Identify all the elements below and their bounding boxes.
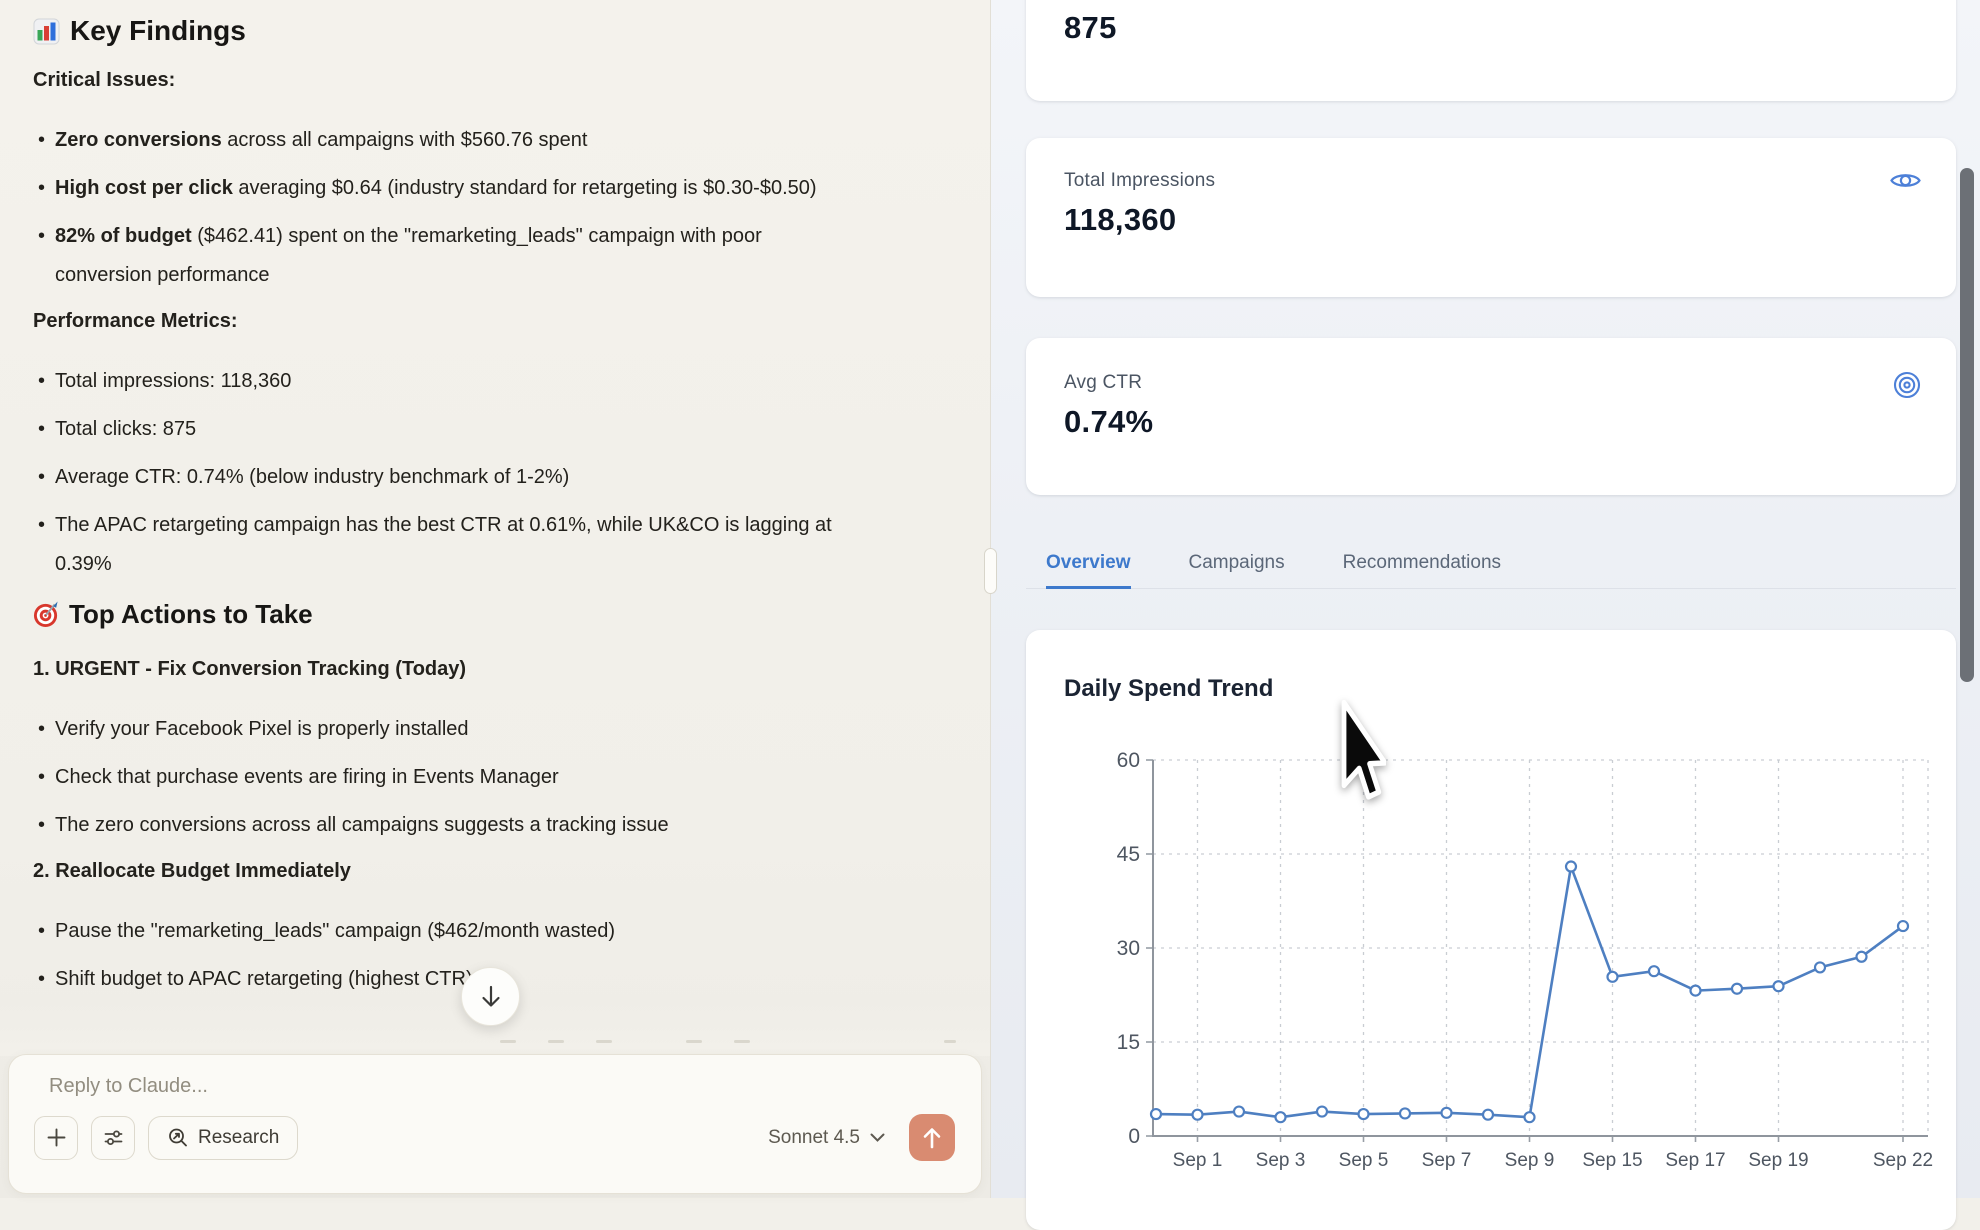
action-2-heading: 2. Reallocate Budget Immediately [33, 859, 843, 884]
list-item: Total impressions: 118,360 [55, 362, 843, 401]
performance-metrics-heading: Performance Metrics: [33, 309, 843, 334]
list-item: The zero conversions across all campaign… [55, 806, 843, 845]
dashboard-tabs: Overview Campaigns Recommendations [1026, 538, 1956, 589]
tab-recommendations[interactable]: Recommendations [1343, 539, 1501, 589]
top-actions-heading: Top Actions to Take [33, 598, 843, 630]
metric-card-total-impressions: Total Impressions 118,360 [1026, 138, 1956, 297]
composer-toolbar: Research Sonnet 4.5 [49, 1114, 955, 1161]
research-magnifier-icon [167, 1127, 189, 1149]
performance-metrics-list: Total impressions: 118,360 Total clicks:… [33, 362, 843, 584]
metric-label: Total Impressions [1064, 170, 1215, 192]
metric-card-avg-ctr: Avg CTR 0.74% [1026, 338, 1956, 495]
metric-value: 875 [1064, 10, 1117, 46]
metric-card-total-clicks: Total Clicks 875 [1026, 0, 1956, 101]
cursor-click-icon [1896, 0, 1922, 2]
key-findings-heading: Key Findings [33, 14, 843, 48]
key-findings-title: Key Findings [70, 14, 246, 48]
bar-chart-icon [33, 18, 60, 45]
eye-icon [1889, 168, 1922, 193]
metric-value: 0.74% [1064, 404, 1153, 440]
tools-button[interactable] [91, 1116, 135, 1160]
tab-campaigns[interactable]: Campaigns [1189, 539, 1285, 589]
mouse-cursor-icon [1330, 698, 1386, 813]
target-icon [33, 601, 60, 628]
svg-text:0: 0 [1128, 1125, 1140, 1148]
tab-overview[interactable]: Overview [1046, 539, 1131, 589]
plus-icon [46, 1127, 67, 1148]
daily-spend-line-chart: 0 15 30 45 60 Sep 1 Sep 3 Sep 5 Sep 7 Sep 9 Sep 15… [1026, 630, 1956, 1230]
panel-resize-handle[interactable] [984, 548, 997, 594]
chevron-down-icon [870, 1133, 885, 1142]
metric-value: 118,360 [1064, 202, 1176, 238]
scrollbar-thumb[interactable] [1960, 168, 1974, 682]
action-1-list: Verify your Facebook Pixel is properly i… [33, 710, 843, 845]
reply-input[interactable] [49, 1071, 955, 1098]
svg-text:Sep 1: Sep 1 [1173, 1150, 1223, 1171]
model-label: Sonnet 4.5 [768, 1127, 860, 1149]
svg-text:Sep 5: Sep 5 [1339, 1150, 1389, 1171]
metric-label: Total Clicks [1064, 0, 1162, 4]
svg-text:45: 45 [1117, 843, 1140, 866]
svg-text:Sep 15: Sep 15 [1582, 1150, 1642, 1171]
svg-text:Sep 17: Sep 17 [1665, 1150, 1725, 1171]
svg-text:60: 60 [1117, 749, 1140, 772]
svg-text:Sep 22: Sep 22 [1873, 1150, 1933, 1171]
list-item: Check that purchase events are firing in… [55, 758, 843, 797]
list-item: Pause the "remarketing_leads" campaign (… [55, 912, 843, 951]
list-item: 82% of budget ($462.41) spent on the "re… [55, 217, 843, 295]
critical-issues-list: Zero conversions across all campaigns wi… [33, 121, 843, 295]
arrow-down-icon [479, 984, 503, 1010]
list-item: High cost per click averaging $0.64 (ind… [55, 169, 843, 208]
faded-text-hint [0, 1040, 990, 1043]
svg-text:30: 30 [1117, 937, 1140, 960]
svg-text:Sep 3: Sep 3 [1256, 1150, 1306, 1171]
app-window: { "left_panel": { "findings_title": "Key… [0, 0, 1980, 1198]
critical-issues-heading: Critical Issues: [33, 68, 843, 93]
svg-text:Sep 9: Sep 9 [1505, 1150, 1555, 1171]
svg-text:Sep 7: Sep 7 [1422, 1150, 1472, 1171]
svg-text:15: 15 [1117, 1031, 1140, 1054]
action-2-list: Pause the "remarketing_leads" campaign (… [33, 912, 843, 999]
research-label: Research [198, 1127, 279, 1149]
message-composer: Research Sonnet 4.5 [8, 1054, 982, 1194]
list-item: Average CTR: 0.74% (below industry bench… [55, 458, 843, 497]
list-item: Total clicks: 875 [55, 410, 843, 449]
attach-button[interactable] [34, 1116, 78, 1160]
list-item: The APAC retargeting campaign has the be… [55, 506, 843, 584]
daily-spend-trend-card: Daily Spend Trend 015304560Sep 1Sep 3Sep… [1026, 630, 1956, 1230]
send-button[interactable] [909, 1114, 955, 1161]
list-item: Zero conversions across all campaigns wi… [55, 121, 843, 160]
list-item: Shift budget to APAC retargeting (highes… [55, 960, 843, 999]
dashboard-panel: Total Clicks 875 Total Impressions 118,3… [991, 0, 1980, 1198]
metric-label: Avg CTR [1064, 372, 1142, 394]
arrow-up-icon [921, 1126, 943, 1150]
assistant-message: Key Findings Critical Issues: Zero conve… [33, 14, 843, 1008]
list-item: Verify your Facebook Pixel is properly i… [55, 710, 843, 749]
scroll-to-bottom-button[interactable] [461, 967, 520, 1026]
model-selector[interactable]: Sonnet 4.5 [768, 1127, 885, 1149]
action-1-heading: 1. URGENT - Fix Conversion Tracking (Tod… [33, 657, 843, 682]
bullseye-icon [1892, 370, 1922, 400]
research-button[interactable]: Research [148, 1116, 298, 1160]
top-actions-title: Top Actions to Take [69, 598, 313, 630]
chat-panel: Key Findings Critical Issues: Zero conve… [0, 0, 990, 1198]
sliders-icon [103, 1127, 124, 1148]
svg-text:Sep 19: Sep 19 [1748, 1150, 1808, 1171]
